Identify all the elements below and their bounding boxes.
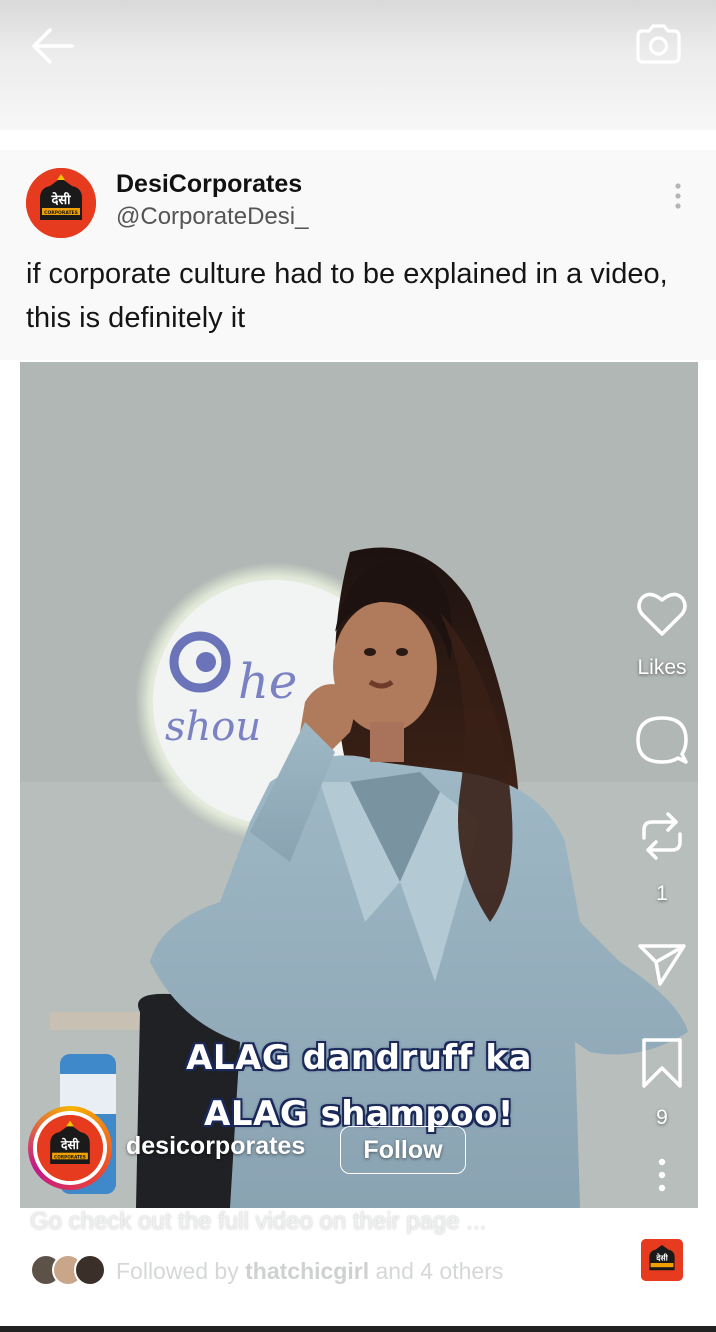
share-button[interactable] [634, 936, 690, 992]
svg-text:CORPORATES: CORPORATES [54, 1154, 86, 1159]
svg-text:देसी: देसी [655, 1253, 668, 1263]
back-button[interactable] [26, 24, 78, 68]
like-button[interactable] [634, 586, 690, 642]
svg-text:CORPORATES: CORPORATES [44, 210, 78, 216]
brand-logo: देसी [641, 1239, 683, 1281]
svg-text:shou: shou [165, 704, 261, 750]
save-button[interactable] [634, 1034, 690, 1090]
comment-button[interactable] [634, 712, 690, 768]
avatar-ring: देसी CORPORATES [33, 1111, 107, 1185]
video-player[interactable]: he shou ALAG dandruff ka ALAG shampoo! [20, 362, 698, 1208]
svg-text:he: he [238, 654, 297, 710]
follow-button[interactable]: Follow [340, 1126, 466, 1174]
reel-caption[interactable]: Go check out the full video on their pag… [30, 1208, 486, 1236]
reel-more-button[interactable] [634, 1156, 690, 1212]
followed-by-suffix: and 4 others [375, 1258, 504, 1284]
followed-by-user[interactable]: thatchicgirl [245, 1258, 369, 1284]
author-name[interactable]: DesiCorporates [116, 170, 302, 199]
repost-count: 1 [656, 882, 668, 905]
like-label: Likes [637, 656, 687, 679]
post-text: if corporate culture had to be explained… [26, 258, 668, 334]
followed-by-text[interactable]: Followed by thatchicgirl and 4 others [116, 1258, 503, 1285]
bottom-edge [0, 1326, 716, 1332]
followed-by-prefix: Followed by [116, 1258, 239, 1284]
top-bar [0, 0, 716, 130]
repost-button[interactable] [634, 808, 690, 864]
brand-logo: देसी CORPORATES [26, 168, 96, 238]
reel-author-avatar[interactable]: देसी CORPORATES [28, 1106, 112, 1190]
video-frame: he shou [20, 362, 698, 1208]
heart-icon [637, 592, 687, 636]
brand-logo: देसी CORPORATES [37, 1115, 103, 1181]
author-avatar[interactable]: देसी CORPORATES [26, 168, 96, 238]
save-count: 9 [656, 1106, 668, 1129]
svg-text:देसी: देसी [50, 192, 71, 208]
camera-icon [636, 24, 681, 64]
camera-button[interactable] [632, 20, 684, 68]
video-caption-line1: ALAG dandruff ka [186, 1038, 532, 1078]
audio-thumbnail[interactable]: देसी [638, 1236, 686, 1284]
svg-text:देसी: देसी [60, 1137, 80, 1152]
bookmark-icon [642, 1038, 682, 1088]
repost-icon [642, 812, 682, 860]
more-vertical-icon [675, 183, 681, 209]
arrow-left-icon [32, 28, 74, 64]
more-vertical-icon [658, 1158, 666, 1192]
comment-icon [636, 716, 688, 764]
send-icon [638, 944, 686, 986]
reel-username[interactable]: desicorporates [126, 1132, 305, 1161]
avatar [74, 1254, 106, 1286]
author-handle[interactable]: @CorporateDesi_ [116, 203, 308, 231]
avatar: देसी CORPORATES [37, 1115, 103, 1181]
reel-side-actions: Likes 1 9 [620, 580, 704, 1210]
post-more-button[interactable] [668, 180, 688, 212]
